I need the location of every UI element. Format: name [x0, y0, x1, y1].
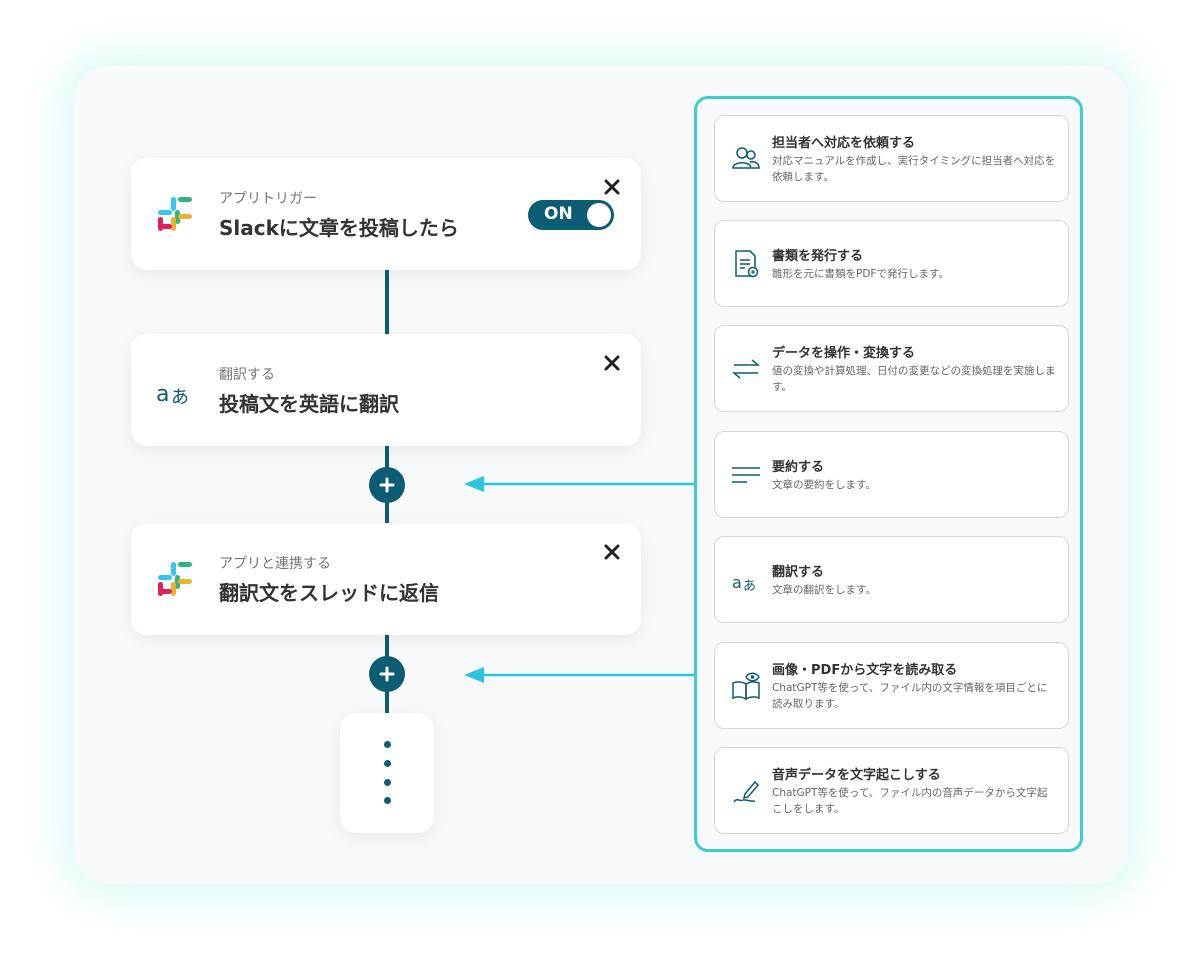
action-description: 雛形を元に書類をPDFで発行します。	[772, 268, 949, 280]
toggle-knob	[587, 203, 611, 227]
close-button[interactable]	[599, 350, 625, 376]
action-description: 文章の要約をします。	[772, 479, 876, 491]
more-dot	[384, 779, 391, 786]
more-steps-card[interactable]	[340, 713, 434, 833]
action-transcribe[interactable]: 音声データを文字起こしする ChatGPT等を使って、ファイル内の音声データから…	[714, 747, 1069, 834]
action-title: 担当者へ対応を依頼する	[772, 136, 916, 151]
summary-lines-icon	[732, 467, 760, 483]
action-title: 書類を発行する	[772, 249, 864, 264]
plus-icon	[379, 666, 395, 682]
reply-node-card[interactable]: アプリと連携する 翻訳文をスレッドに返信	[131, 523, 641, 635]
connector-line	[385, 268, 389, 335]
pen-icon	[733, 780, 760, 803]
translate-icon: a あ	[156, 382, 189, 408]
action-title: 画像・PDFから文字を読み取る	[772, 663, 958, 678]
node-subtitle: アプリトリガー	[219, 191, 317, 207]
svg-text:a: a	[732, 573, 742, 592]
node-title: 投稿文を英語に翻訳	[219, 392, 399, 416]
close-button[interactable]	[599, 539, 625, 565]
svg-text:a: a	[156, 382, 169, 407]
slack-logo-icon	[158, 197, 192, 231]
node-subtitle: 翻訳する	[219, 367, 275, 383]
toggle-label: ON	[544, 204, 573, 224]
arrow-left-icon	[464, 667, 698, 683]
action-title: データを操作・変換する	[772, 346, 916, 361]
action-description: 値の変換や計算処理、日付の変更などの変換処理を実施します。	[772, 365, 1056, 393]
trigger-node-card[interactable]: アプリトリガー Slackに文章を投稿したら ON	[131, 158, 641, 270]
document-icon	[735, 250, 759, 278]
more-dot	[384, 741, 391, 748]
action-description: ChatGPT等を使って、ファイル内の音声データから文字起こしをします。	[772, 787, 1048, 815]
node-title: 翻訳文をスレッドに返信	[219, 581, 439, 605]
book-eye-icon	[732, 672, 760, 701]
close-button[interactable]	[599, 174, 625, 200]
more-dot	[384, 797, 391, 804]
close-icon	[604, 544, 620, 560]
translate-node-card[interactable]: a あ 翻訳する 投稿文を英語に翻訳	[131, 334, 641, 446]
action-translate[interactable]: a あ 翻訳する 文章の翻訳をします。	[714, 536, 1069, 623]
action-summarize[interactable]: 要約する 文章の要約をします。	[714, 431, 1069, 518]
action-title: 音声データを文字起こしする	[772, 768, 941, 783]
node-subtitle: アプリと連携する	[219, 556, 331, 572]
svg-text:あ: あ	[171, 387, 189, 408]
action-title: 要約する	[772, 460, 825, 475]
action-title: 翻訳する	[772, 565, 825, 580]
action-transform-data[interactable]: データを操作・変換する 値の変換や計算処理、日付の変更などの変換処理を実施します…	[714, 325, 1069, 412]
add-step-button[interactable]	[369, 656, 405, 692]
more-dot	[384, 760, 391, 767]
translate-icon: a あ	[732, 573, 756, 594]
action-menu-panel: 担当者へ対応を依頼する 対応マニュアルを作成し、実行タイミングに担当者へ対応を依…	[694, 96, 1083, 852]
close-icon	[604, 179, 620, 195]
plus-icon	[379, 477, 395, 493]
trigger-toggle[interactable]: ON	[528, 200, 614, 230]
action-description: ChatGPT等を使って、ファイル内の文字情報を項目ごとに読み取ります。	[772, 682, 1048, 710]
add-step-button[interactable]	[369, 467, 405, 503]
node-title: Slackに文章を投稿したら	[219, 216, 459, 240]
arrow-left-icon	[464, 476, 698, 492]
swap-arrows-icon	[731, 359, 761, 379]
action-description: 文章の翻訳をします。	[772, 584, 876, 596]
people-icon	[732, 147, 760, 169]
close-icon	[604, 355, 620, 371]
action-ocr[interactable]: 画像・PDFから文字を読み取る ChatGPT等を使って、ファイル内の文字情報を…	[714, 642, 1069, 729]
action-description: 対応マニュアルを作成し、実行タイミングに担当者へ対応を依頼します。	[772, 155, 1056, 183]
svg-text:あ: あ	[743, 579, 756, 594]
action-issue-document[interactable]: 書類を発行する 雛形を元に書類をPDFで発行します。	[714, 220, 1069, 307]
action-assign-task[interactable]: 担当者へ対応を依頼する 対応マニュアルを作成し、実行タイミングに担当者へ対応を依…	[714, 115, 1069, 202]
slack-logo-icon	[158, 562, 192, 596]
